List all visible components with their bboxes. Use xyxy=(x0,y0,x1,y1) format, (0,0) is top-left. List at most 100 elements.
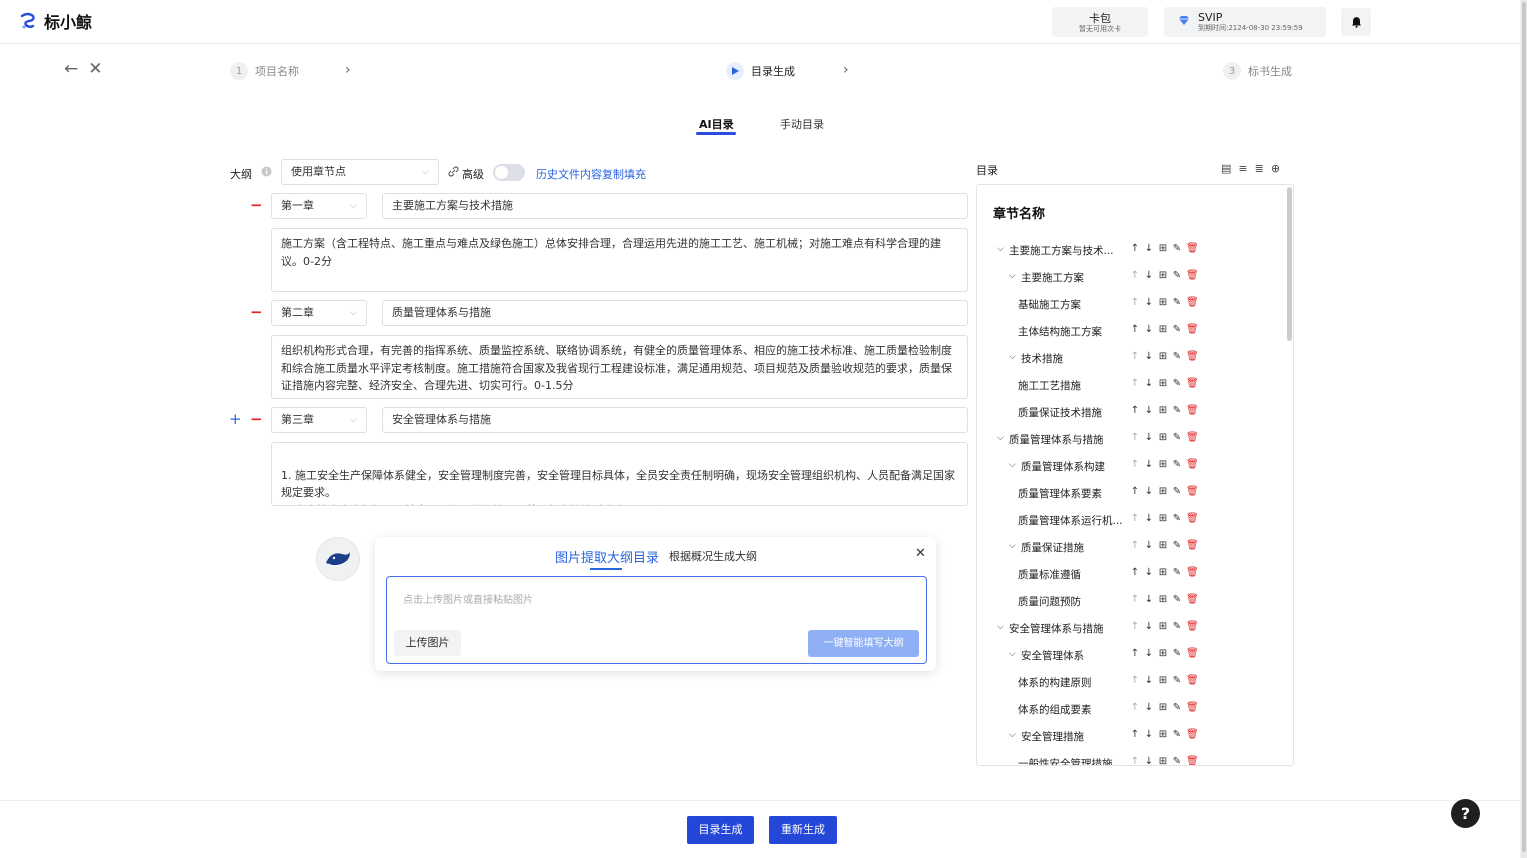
chevron-down-icon[interactable]: ⌵ xyxy=(1009,460,1016,470)
toc-item[interactable]: 质量问题预防 ↑ ↓ ⊞ ✎ 🗑 xyxy=(977,588,1287,615)
move-down-icon[interactable]: ↓ xyxy=(1144,405,1154,416)
export-doc-icon[interactable]: ▤ xyxy=(1221,162,1231,175)
move-up-icon[interactable]: ↑ xyxy=(1130,621,1140,632)
move-up-icon[interactable]: ↑ xyxy=(1130,594,1140,605)
delete-icon[interactable]: 🗑 xyxy=(1186,594,1199,605)
toc-item[interactable]: ⌵ 质量保证措施 ↑ ↓ ⊞ ✎ 🗑 xyxy=(977,534,1287,561)
toc-item[interactable]: ⌵ 技术措施 ↑ ↓ ⊞ ✎ 🗑 xyxy=(977,345,1287,372)
toc-item[interactable]: 主体结构施工方案 ↑ ↓ ⊞ ✎ 🗑 xyxy=(977,318,1287,345)
add-child-icon[interactable]: ⊞ xyxy=(1158,675,1168,686)
move-up-icon[interactable]: ↑ xyxy=(1130,567,1140,578)
move-up-icon[interactable]: ↑ xyxy=(1130,513,1140,524)
toc-scrollbar[interactable] xyxy=(1287,187,1292,341)
delete-icon[interactable]: 🗑 xyxy=(1186,540,1199,551)
chapter-desc-textarea[interactable]: 1. 施工安全生产保障体系健全，安全管理制度完善，安全管理目标具体，全员安全责任… xyxy=(271,442,968,506)
delete-icon[interactable]: 🗑 xyxy=(1186,243,1199,254)
add-child-icon[interactable]: ⊞ xyxy=(1158,567,1168,578)
add-child-icon[interactable]: ⊞ xyxy=(1158,297,1168,308)
image-paste-area[interactable]: 点击上传图片或直接粘贴图片 上传图片 一键智能填写大纲 xyxy=(386,576,927,664)
chevron-down-icon[interactable]: ⌵ xyxy=(1009,271,1016,281)
add-child-icon[interactable]: ⊞ xyxy=(1158,756,1168,765)
move-down-icon[interactable]: ↓ xyxy=(1144,378,1154,389)
expand-all-icon[interactable]: ≡ xyxy=(1238,162,1247,175)
edit-icon[interactable]: ✎ xyxy=(1172,648,1182,659)
help-icon[interactable]: ? xyxy=(1451,799,1480,828)
move-down-icon[interactable]: ↓ xyxy=(1144,351,1154,362)
add-child-icon[interactable]: ⊞ xyxy=(1158,432,1168,443)
move-down-icon[interactable]: ↓ xyxy=(1144,702,1154,713)
edit-icon[interactable]: ✎ xyxy=(1172,405,1182,416)
add-chapter-button[interactable]: + xyxy=(229,412,242,427)
delete-icon[interactable]: 🗑 xyxy=(1186,513,1199,524)
notification-bell-icon[interactable] xyxy=(1341,8,1371,36)
delete-icon[interactable]: 🗑 xyxy=(1186,648,1199,659)
delete-icon[interactable]: 🗑 xyxy=(1186,756,1199,765)
move-down-icon[interactable]: ↓ xyxy=(1144,648,1154,659)
delete-icon[interactable]: 🗑 xyxy=(1186,324,1199,335)
edit-icon[interactable]: ✎ xyxy=(1172,621,1182,632)
move-down-icon[interactable]: ↓ xyxy=(1144,621,1154,632)
info-icon[interactable] xyxy=(261,166,272,180)
move-down-icon[interactable]: ↓ xyxy=(1144,513,1154,524)
move-down-icon[interactable]: ↓ xyxy=(1144,486,1154,497)
move-up-icon[interactable]: ↑ xyxy=(1130,351,1140,362)
move-down-icon[interactable]: ↓ xyxy=(1144,594,1154,605)
chapter-desc-textarea[interactable]: 组织机构形式合理，有完善的指挥系统、质量监控系统、联络协调系统，有健全的质量管理… xyxy=(271,335,968,399)
toc-item[interactable]: ⌵ 质量管理体系构建 ↑ ↓ ⊞ ✎ 🗑 xyxy=(977,453,1287,480)
move-up-icon[interactable]: ↑ xyxy=(1130,270,1140,281)
advanced-toggle[interactable] xyxy=(493,164,525,181)
toc-item[interactable]: ⌵ 主要施工方案与技术... ↑ ↓ ⊞ ✎ 🗑 xyxy=(977,237,1287,264)
back-arrow-icon[interactable]: ← xyxy=(64,59,78,79)
move-down-icon[interactable]: ↓ xyxy=(1144,756,1154,765)
edit-icon[interactable]: ✎ xyxy=(1172,540,1182,551)
add-child-icon[interactable]: ⊞ xyxy=(1158,729,1168,740)
add-child-icon[interactable]: ⊞ xyxy=(1158,486,1168,497)
delete-icon[interactable]: 🗑 xyxy=(1186,729,1199,740)
edit-icon[interactable]: ✎ xyxy=(1172,702,1182,713)
move-up-icon[interactable]: ↑ xyxy=(1130,648,1140,659)
move-up-icon[interactable]: ↑ xyxy=(1130,405,1140,416)
chevron-down-icon[interactable]: ⌵ xyxy=(997,244,1004,254)
edit-icon[interactable]: ✎ xyxy=(1172,729,1182,740)
chapter-desc-textarea[interactable]: 施工方案（含工程特点、施工重点与难点及绿色施工）总体安排合理，合理运用先进的施工… xyxy=(271,228,968,292)
tab-ai-toc[interactable]: AI目录 xyxy=(699,116,734,132)
history-copy-link[interactable]: 历史文件内容复制填充 xyxy=(536,166,646,182)
toc-item[interactable]: 一般性安全管理措施 ↑ ↓ ⊞ ✎ 🗑 xyxy=(977,750,1287,765)
edit-icon[interactable]: ✎ xyxy=(1172,459,1182,470)
chapter-title-input[interactable]: 主要施工方案与技术措施 xyxy=(382,193,968,219)
toc-item[interactable]: 质量保证技术措施 ↑ ↓ ⊞ ✎ 🗑 xyxy=(977,399,1287,426)
assistant-avatar[interactable] xyxy=(316,537,360,581)
edit-icon[interactable]: ✎ xyxy=(1172,594,1182,605)
add-child-icon[interactable]: ⊞ xyxy=(1158,702,1168,713)
scrollbar-thumb[interactable] xyxy=(1522,2,1526,852)
add-child-icon[interactable]: ⊞ xyxy=(1158,513,1168,524)
add-child-icon[interactable]: ⊞ xyxy=(1158,594,1168,605)
toc-item[interactable]: ⌵ 安全管理措施 ↑ ↓ ⊞ ✎ 🗑 xyxy=(977,723,1287,750)
add-child-icon[interactable]: ⊞ xyxy=(1158,648,1168,659)
chapter-level-select[interactable]: 第一章 ⌵ xyxy=(271,193,367,219)
chapter-title-input[interactable]: 安全管理体系与措施 xyxy=(382,407,968,433)
move-down-icon[interactable]: ↓ xyxy=(1144,297,1154,308)
toc-item[interactable]: 质量管理体系运行机... ↑ ↓ ⊞ ✎ 🗑 xyxy=(977,507,1287,534)
step-bid-generation[interactable]: 3 标书生成 xyxy=(1223,62,1292,80)
chevron-down-icon[interactable]: ⌵ xyxy=(1009,541,1016,551)
move-up-icon[interactable]: ↑ xyxy=(1130,432,1140,443)
add-child-icon[interactable]: ⊞ xyxy=(1158,540,1168,551)
tab-overview-generate[interactable]: 根据概况生成大纲 xyxy=(669,548,757,564)
chevron-down-icon[interactable]: ⌵ xyxy=(1009,730,1016,740)
move-up-icon[interactable]: ↑ xyxy=(1130,243,1140,254)
add-child-icon[interactable]: ⊞ xyxy=(1158,270,1168,281)
delete-icon[interactable]: 🗑 xyxy=(1186,459,1199,470)
delete-icon[interactable]: 🗑 xyxy=(1186,270,1199,281)
chapter-title-input[interactable]: 质量管理体系与措施 xyxy=(382,300,968,326)
toc-item[interactable]: 体系的组成要素 ↑ ↓ ⊞ ✎ 🗑 xyxy=(977,696,1287,723)
add-child-icon[interactable]: ⊞ xyxy=(1158,243,1168,254)
edit-icon[interactable]: ✎ xyxy=(1172,675,1182,686)
remove-chapter-button[interactable]: − xyxy=(250,305,263,320)
close-icon[interactable]: ✕ xyxy=(88,59,102,79)
delete-icon[interactable]: 🗑 xyxy=(1186,405,1199,416)
edit-icon[interactable]: ✎ xyxy=(1172,297,1182,308)
tab-image-extract[interactable]: 图片提取大纲目录 xyxy=(555,547,659,566)
move-up-icon[interactable]: ↑ xyxy=(1130,729,1140,740)
chapter-level-select[interactable]: 第二章 ⌵ xyxy=(271,300,367,326)
